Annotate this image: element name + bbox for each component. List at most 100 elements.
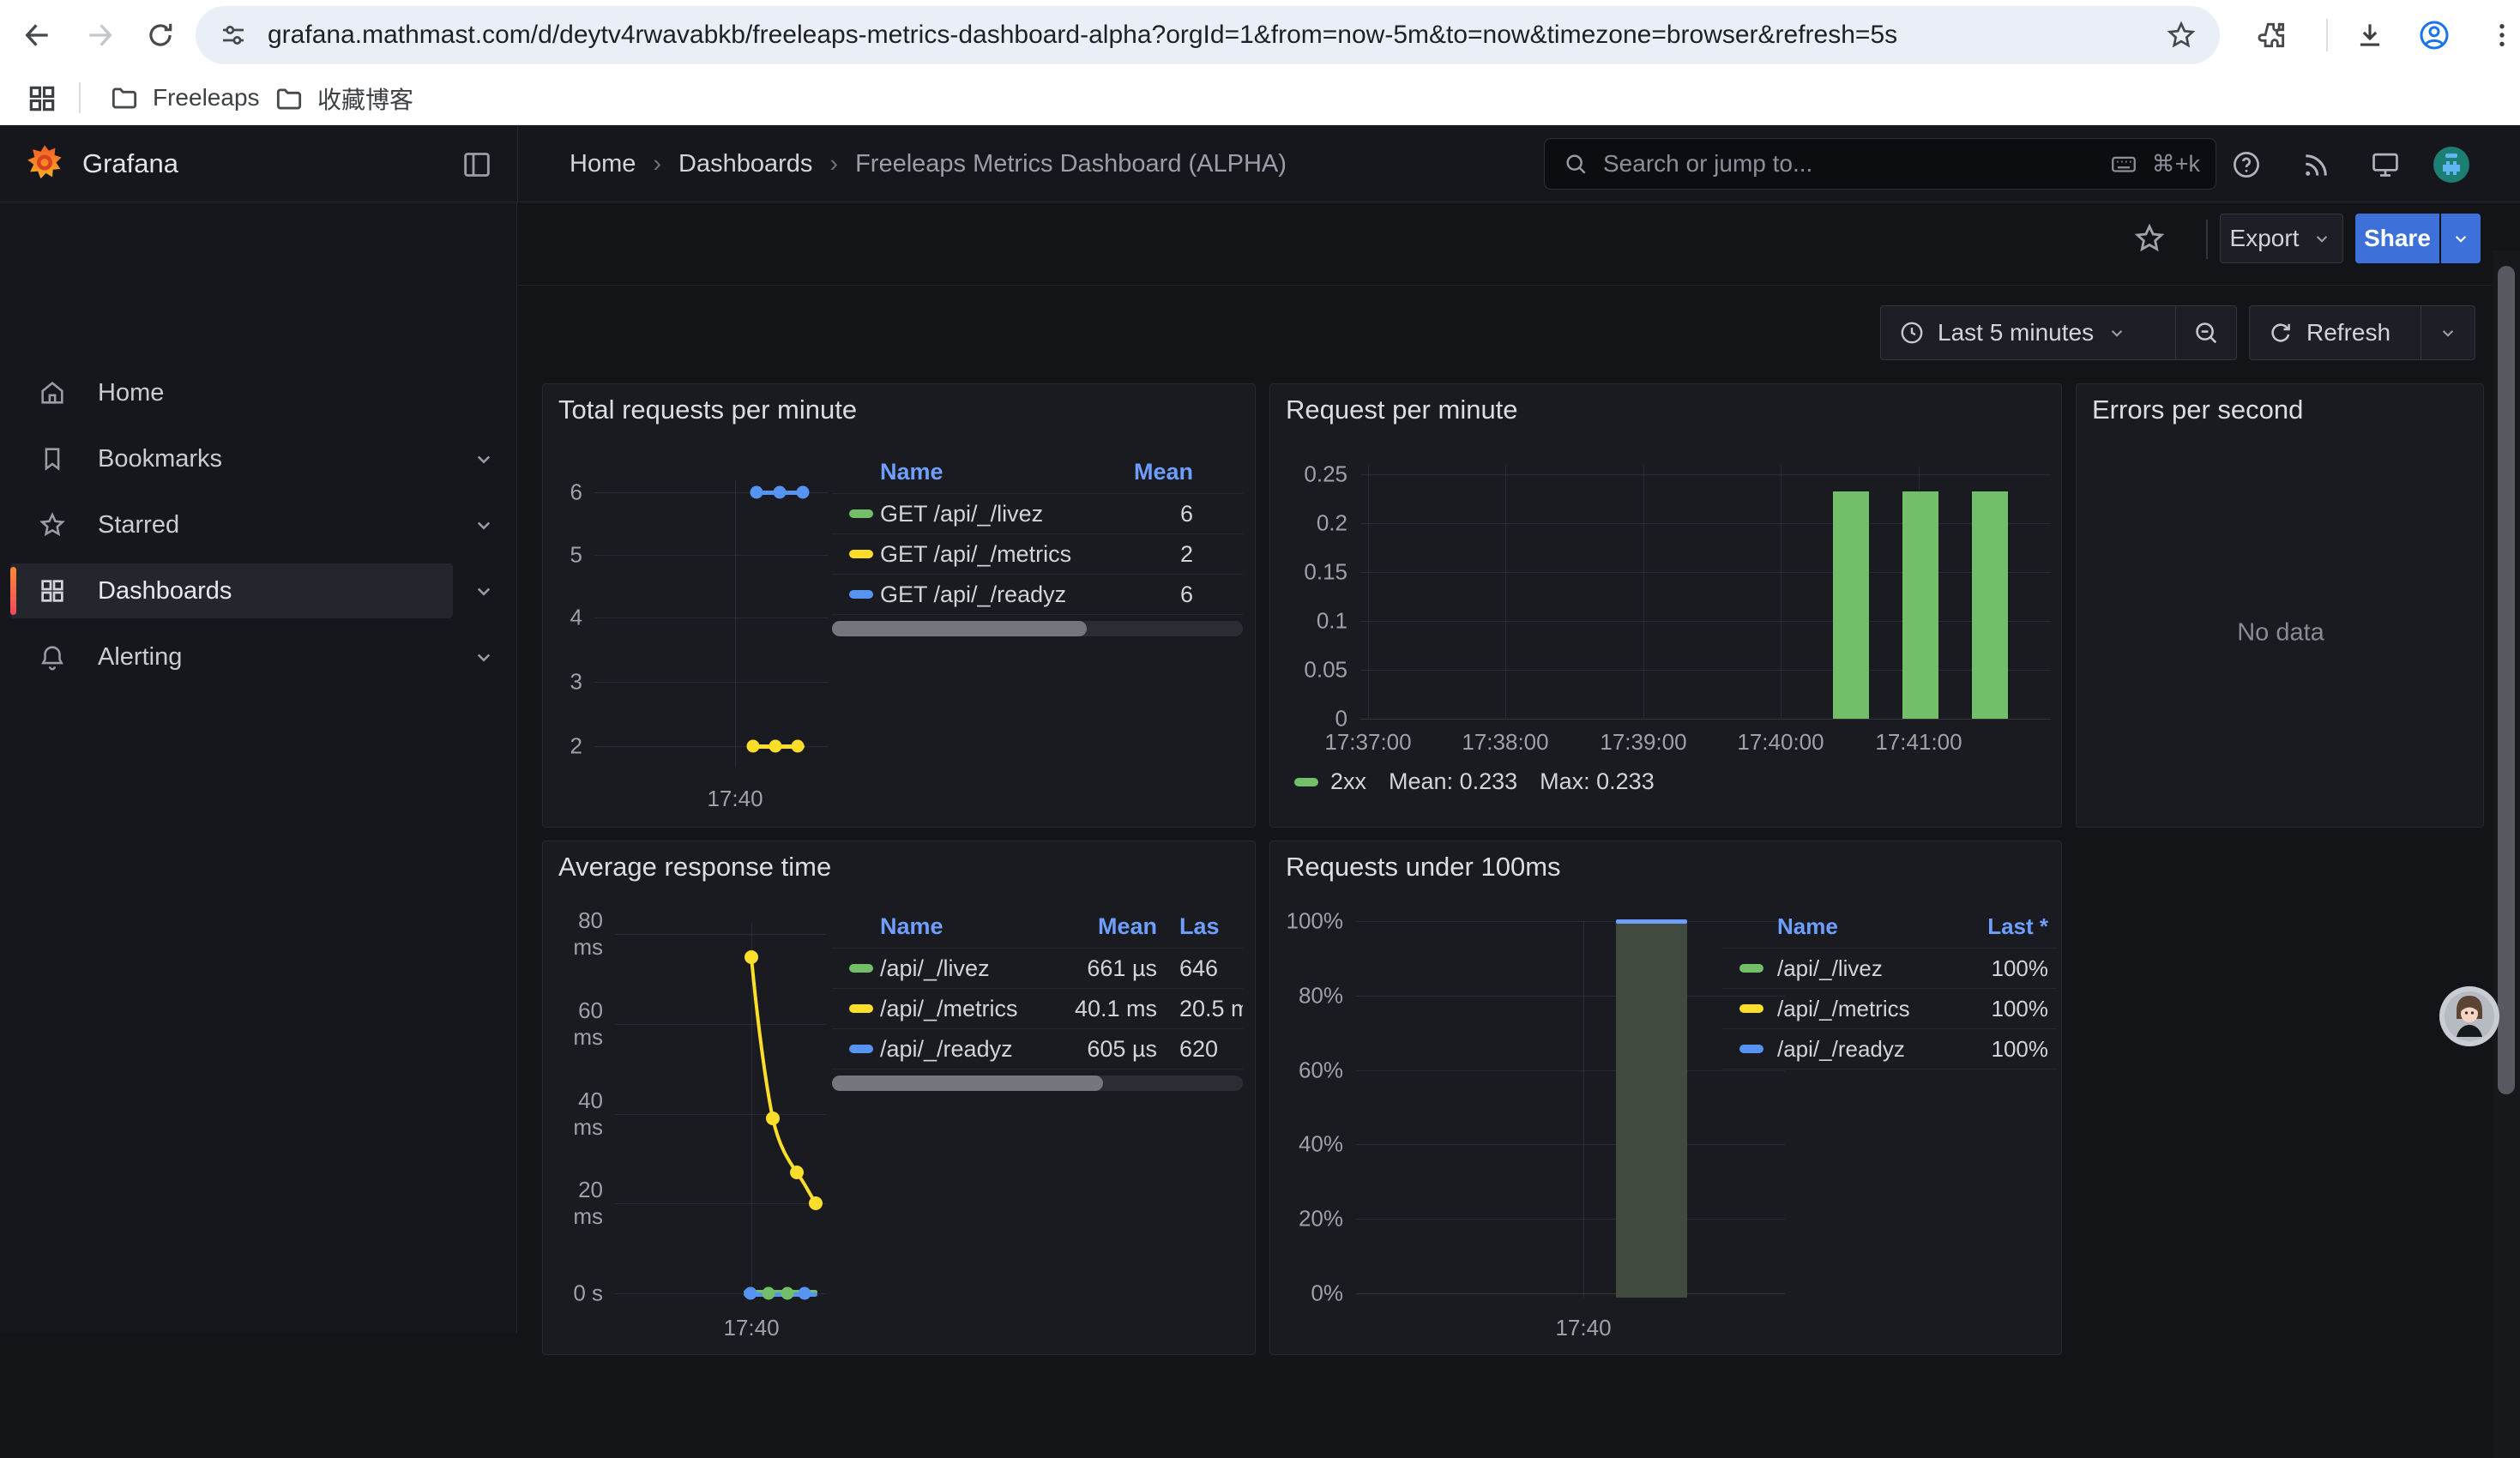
search-placeholder: Search or jump to... [1603,150,2095,178]
search-icon [1562,150,1589,178]
profile-icon[interactable] [2417,18,2451,52]
breadcrumb-current: Freeleaps Metrics Dashboard (ALPHA) [855,150,1287,178]
legend-header: Name Mean Las [832,906,1243,949]
reload-icon[interactable] [144,19,177,51]
tune-icon[interactable] [218,20,249,51]
user-avatar[interactable] [2433,146,2470,184]
legend[interactable]: 2xx Mean: 0.233 Max: 0.233 [1294,768,1655,795]
folder-icon [108,81,141,114]
scrollbar-thumb[interactable] [2498,266,2515,1094]
bookmark-folder-blogs[interactable]: 收藏博客 [273,81,413,116]
panel-title[interactable]: Total requests per minute [558,395,857,425]
legend-row[interactable]: /api/_/metrics 40.1 ms 20.5 m [832,989,1243,1029]
legend-name[interactable]: GET /api/_/readyz [880,581,1090,608]
legend-header-mean: Mean [1037,913,1157,940]
folder-icon [273,82,305,115]
legend-table: Name Last * /api/_/livez 100% /api/_/met… [1722,906,2057,1069]
legend-name[interactable]: /api/_/readyz [1777,1036,1954,1063]
legend-row[interactable]: /api/_/livez 661 µs 646 [832,949,1243,989]
panel-avg-response-time: Average response time 80 ms 60 ms 40 ms … [542,840,1256,1355]
help-icon[interactable] [2230,148,2263,181]
chevron-down-icon[interactable] [471,512,497,538]
share-menu-button[interactable] [2441,214,2481,263]
rss-icon[interactable] [2300,148,2333,181]
legend-name[interactable]: GET /api/_/metrics [880,541,1090,568]
legend-last: 646 [1157,955,1243,982]
panel-errors-per-second: Errors per second No data [2076,383,2484,828]
legend-mean: Mean: 0.233 [1389,768,1517,795]
sidebar-item-dashboards[interactable]: Dashboards [0,563,517,618]
apps-grid-icon[interactable] [26,82,58,115]
bookmarks-divider [79,82,81,113]
extensions-icon[interactable] [2256,19,2288,51]
legend-name[interactable]: /api/_/livez [1777,955,1954,982]
clock-icon [1898,319,1926,346]
sidebar-item-starred[interactable]: Starred [0,497,517,552]
download-icon[interactable] [2354,19,2386,51]
legend-row[interactable]: /api/_/livez 100% [1722,949,2057,989]
bookmark-folder-freeleaps[interactable]: Freeleaps [108,81,260,114]
legend-name[interactable]: /api/_/metrics [880,996,1037,1022]
legend-name[interactable]: /api/_/readyz [880,1036,1037,1063]
export-button[interactable]: Export [2220,214,2343,263]
legend-last: 20.5 m [1157,996,1243,1022]
legend-scrollbar[interactable] [832,621,1243,636]
sidebar-item-bookmarks[interactable]: Bookmarks [0,431,517,486]
legend-row[interactable]: /api/_/metrics 100% [1722,989,2057,1029]
search-shortcut: ⌘+k [2152,151,2200,178]
search-input[interactable]: Search or jump to... ⌘+k [1544,138,2216,190]
refresh-interval-button[interactable] [2421,322,2475,344]
brand-title[interactable]: Grafana [82,148,178,179]
refresh-button[interactable]: Refresh [2250,319,2421,346]
panel-title[interactable]: Errors per second [2092,395,2303,425]
series-swatch [849,964,873,973]
assistant-avatar[interactable] [2439,985,2500,1047]
legend-row[interactable]: /api/_/readyz 605 µs 620 [832,1029,1243,1069]
share-button[interactable]: Share [2355,214,2439,263]
back-icon[interactable] [21,18,55,52]
url-bar[interactable]: grafana.mathmast.com/d/deytv4rwavabkb/fr… [196,6,2220,64]
home-icon [38,378,67,407]
legend-name[interactable]: GET /api/_/livez [880,501,1090,527]
breadcrumb: Home › Dashboards › Freeleaps Metrics Da… [570,125,1287,202]
panel-title[interactable]: Requests under 100ms [1286,852,1561,883]
legend-scrollbar[interactable] [832,1075,1243,1091]
url-text[interactable]: grafana.mathmast.com/d/deytv4rwavabkb/fr… [268,21,2156,50]
forward-icon[interactable] [82,18,117,52]
menu-icon[interactable] [2486,19,2518,51]
x-axis-label: 17:40 [723,1315,779,1341]
page-scrollbar[interactable] [2493,250,2520,1458]
legend-row[interactable]: GET /api/_/metrics 2 [832,534,1243,575]
sidebar-item-label: Dashboards [98,577,232,605]
legend-row[interactable]: GET /api/_/readyz 6 [832,575,1243,615]
legend-row[interactable]: /api/_/readyz 100% [1722,1029,2057,1069]
legend-header-name: Name [880,913,1037,940]
sidebar-item-label: Bookmarks [98,445,222,473]
panel-toggle-icon[interactable] [460,148,494,182]
panel-title[interactable]: Request per minute [1286,395,1518,425]
favorite-star-icon[interactable] [2132,221,2167,256]
series-swatch [1739,964,1763,973]
legend-name[interactable]: /api/_/livez [880,955,1037,982]
zoom-out-button[interactable] [2176,318,2236,347]
chevron-down-icon[interactable] [471,446,497,472]
bookmark-label: 收藏博客 [317,81,413,116]
dashboard-toolbar: Export Share [518,202,2493,286]
monitor-icon[interactable] [2369,148,2402,181]
grafana-logo[interactable] [24,143,65,184]
chevron-down-icon[interactable] [471,644,497,670]
toolbar-divider [2326,19,2328,51]
time-range-picker[interactable]: Last 5 minutes [1881,319,2175,346]
sidebar-item-label: Starred [98,511,179,539]
breadcrumb-separator: › [653,150,661,178]
bookmark-star-icon[interactable] [2165,19,2197,51]
chevron-down-icon[interactable] [471,578,497,604]
panel-under-100ms: Requests under 100ms 100% 80% 60% 40% 20… [1269,840,2062,1355]
breadcrumb-home[interactable]: Home [570,150,636,178]
sidebar-item-home[interactable]: Home [0,365,517,420]
legend-name[interactable]: /api/_/metrics [1777,996,1954,1022]
export-label: Export [2230,225,2300,252]
legend-row[interactable]: GET /api/_/livez 6 [832,494,1243,534]
sidebar-item-alerting[interactable]: Alerting [0,630,517,684]
breadcrumb-dashboards[interactable]: Dashboards [678,150,812,178]
